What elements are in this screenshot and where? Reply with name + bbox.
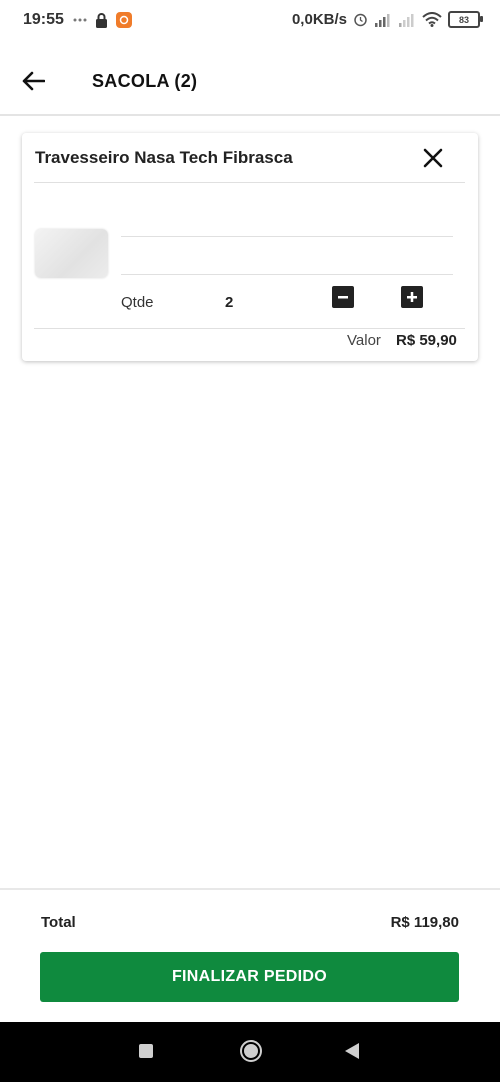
- quantity-value: 2: [225, 294, 234, 311]
- status-time: 19:55: [23, 11, 64, 28]
- detail-line-1: [121, 236, 453, 237]
- quantity-label: Qtde: [121, 294, 154, 311]
- lock-icon: [96, 12, 107, 28]
- product-name: Travesseiro Nasa Tech Fibrasca: [35, 148, 293, 167]
- battery-icon: 83: [448, 11, 483, 28]
- app-header: SACOLA (2): [0, 50, 500, 116]
- nav-home-button[interactable]: [239, 1039, 263, 1068]
- checkout-button[interactable]: FINALIZAR PEDIDO: [40, 952, 459, 1002]
- decrease-quantity-button[interactable]: [332, 286, 354, 308]
- price-label: Valor: [347, 332, 381, 349]
- alarm-icon: [354, 13, 367, 27]
- nav-recent-button[interactable]: [138, 1043, 154, 1064]
- wifi-icon: [422, 12, 442, 27]
- checkout-footer: Total R$ 119,80 FINALIZAR PEDIDO: [0, 888, 500, 1024]
- page-title: SACOLA (2): [92, 71, 198, 91]
- minus-icon: [338, 296, 348, 299]
- app-notification-icon: [116, 12, 132, 28]
- close-icon: [423, 148, 443, 168]
- status-bar: 19:55 0,0KB/s 83: [0, 0, 500, 42]
- back-button[interactable]: [18, 66, 48, 96]
- circle-icon: [240, 1040, 262, 1062]
- price-value: R$ 59,90: [396, 332, 457, 349]
- signal-2-icon: [399, 13, 414, 27]
- total-value: R$ 119,80: [390, 914, 459, 931]
- arrow-left-icon: [22, 71, 45, 91]
- remove-item-button[interactable]: [421, 146, 445, 170]
- network-speed: 0,0KB/s: [291, 11, 347, 28]
- total-label: Total: [41, 914, 76, 931]
- card-divider-bottom: [34, 328, 465, 329]
- system-nav-bar: [0, 1022, 500, 1082]
- status-left-icons: [73, 12, 132, 28]
- signal-icon: [375, 13, 390, 27]
- triangle-icon: [345, 1043, 359, 1059]
- product-image: [35, 229, 108, 278]
- nav-back-button[interactable]: [343, 1042, 361, 1065]
- plus-icon: [407, 292, 417, 302]
- status-right: 0,0KB/s 83: [291, 11, 483, 28]
- increase-quantity-button[interactable]: [401, 286, 423, 308]
- notification-dots-icon: [73, 18, 87, 22]
- detail-line-2: [121, 274, 453, 275]
- cart-item-card: Travesseiro Nasa Tech Fibrasca Qtde 2 Va…: [22, 133, 478, 361]
- square-icon: [139, 1044, 153, 1058]
- card-divider-top: [34, 182, 465, 183]
